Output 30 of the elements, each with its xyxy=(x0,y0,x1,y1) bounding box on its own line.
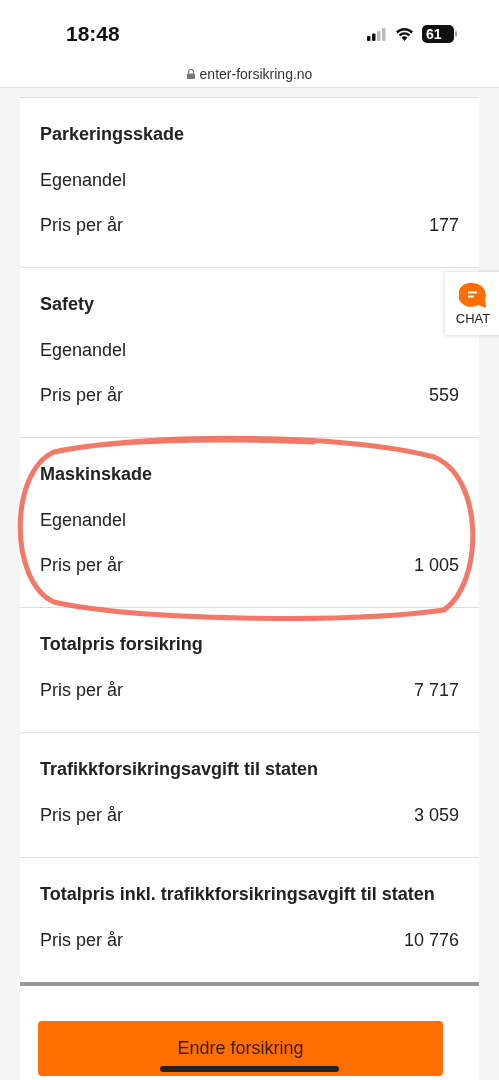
lock-icon xyxy=(186,68,195,79)
wifi-icon xyxy=(395,27,414,41)
row-label: Pris per år xyxy=(40,930,124,951)
coverage-title: Safety xyxy=(40,293,96,316)
row-label: Pris per år xyxy=(40,680,124,701)
price-value: 1 005 xyxy=(413,555,459,576)
price-value: 7 717 xyxy=(413,680,459,701)
chat-widget[interactable]: CHAT xyxy=(445,272,499,335)
url-text[interactable]: enter-forsikring.no xyxy=(199,65,313,82)
coverage-title: Maskinskade xyxy=(40,463,154,486)
row-label: Pris per år xyxy=(40,215,124,236)
battery-icon: 61 xyxy=(422,25,457,43)
price-value: 3 059 xyxy=(413,805,459,826)
coverage-title: Trafikkforsikringsavgift til staten xyxy=(40,758,320,781)
clock-time: 18:48 xyxy=(66,22,120,46)
row-label: Egenandel xyxy=(40,340,127,361)
coverage-title: Parkeringsskade xyxy=(40,123,186,146)
row-label: Egenandel xyxy=(40,510,127,531)
row-label: Pris per år xyxy=(40,555,124,576)
signal-icon xyxy=(367,27,387,41)
row-label: Egenandel xyxy=(40,170,127,191)
price-value: 177 xyxy=(428,215,459,236)
row-label: Pris per år xyxy=(40,385,124,406)
chat-bubble-icon xyxy=(459,281,487,309)
price-value: 10 776 xyxy=(403,930,459,951)
coverage-title: Totalpris inkl. trafikkforsikringsavgift til staten xyxy=(40,883,436,906)
coverage-title: Totalpris forsikring xyxy=(40,633,204,656)
row-label: Pris per år xyxy=(40,805,124,826)
change-insurance-button[interactable]: Endre forsikring xyxy=(38,1021,443,1076)
price-value: 559 xyxy=(428,385,459,406)
